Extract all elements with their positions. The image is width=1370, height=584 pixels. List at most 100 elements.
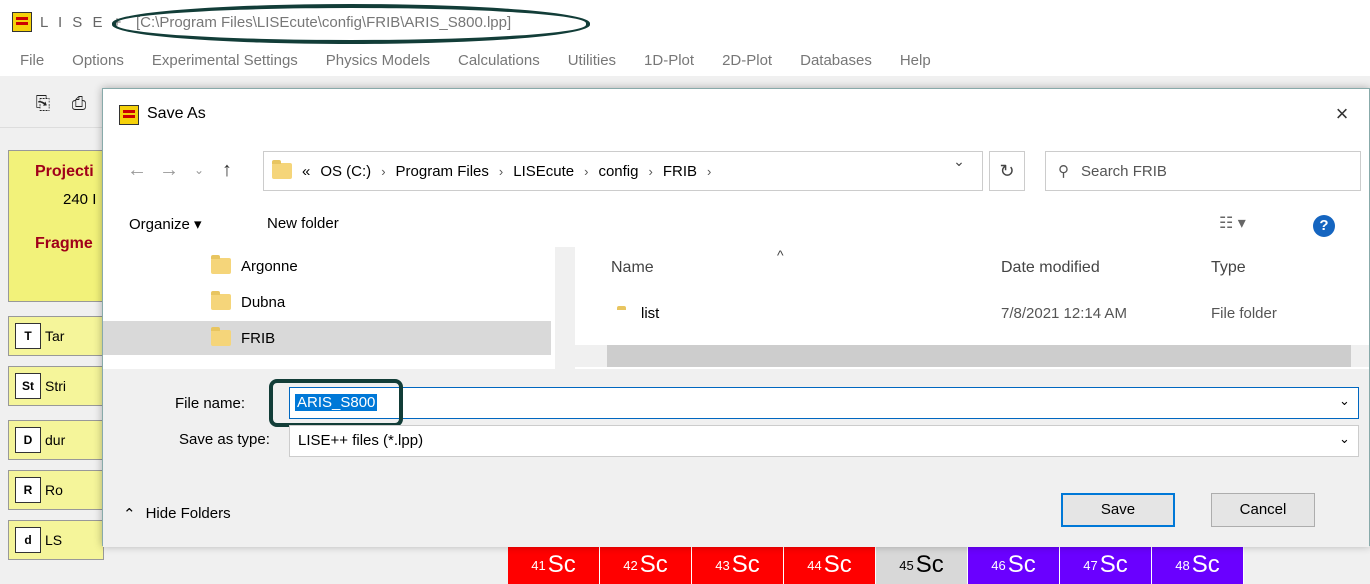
breadcrumb-separator-icon[interactable]: › — [381, 164, 385, 179]
search-box[interactable]: ⚲ Search FRIB — [1045, 151, 1361, 191]
degrader-button[interactable]: Ddur — [8, 420, 104, 460]
fragment-label: Fragme — [35, 235, 93, 252]
tree-item-dubna[interactable]: Dubna — [211, 287, 285, 317]
tree-selection — [103, 321, 551, 355]
mass-number: 48 — [1175, 557, 1190, 573]
address-bar[interactable]: « OS (C:) › Program Files › LISEcute › c… — [263, 151, 983, 191]
forward-arrow-icon[interactable]: → — [157, 157, 181, 183]
element-symbol: Sc — [823, 551, 852, 578]
scrollbar-thumb[interactable] — [607, 345, 1351, 367]
menu-bar: File Options Experimental Settings Physi… — [0, 44, 1370, 76]
refresh-icon[interactable]: ↻ — [989, 151, 1025, 191]
breadcrumb-overflow[interactable]: « — [302, 163, 310, 180]
menu-1d-plot[interactable]: 1D-Plot — [644, 52, 694, 69]
menu-experimental-settings[interactable]: Experimental Settings — [152, 52, 298, 69]
hide-folders-button[interactable]: ⌃ Hide Folders — [123, 505, 231, 523]
open-icon[interactable]: ⎘ — [30, 90, 56, 116]
menu-help[interactable]: Help — [900, 52, 931, 69]
tree-item-frib[interactable]: FRIB — [211, 323, 275, 353]
save-as-type-select[interactable]: LISE++ files (*.lpp) — [289, 425, 1359, 457]
element-symbol: Sc — [1191, 551, 1220, 578]
file-row[interactable]: list 7/8/2021 12:14 AM File folder — [611, 301, 1351, 331]
column-name[interactable]: Name — [611, 259, 654, 277]
element-symbol: Sc — [1099, 551, 1128, 578]
nuclide-cell[interactable]: 43 Sc — [692, 546, 784, 584]
menu-options[interactable]: Options — [72, 52, 124, 69]
column-date-modified[interactable]: Date modified — [1001, 259, 1100, 277]
tree-scrollbar[interactable] — [555, 247, 575, 369]
app-titlebar: L I S E + [C:\Program Files\LISEcute\con… — [0, 0, 1370, 44]
folder-icon — [272, 160, 292, 179]
tree-item-label: FRIB — [241, 329, 276, 347]
view-options-icon[interactable]: ☷ ▾ — [1219, 213, 1246, 233]
element-symbol: Sc — [915, 551, 944, 578]
projectile-value: 240 I — [63, 191, 97, 208]
breadcrumb-separator-icon[interactable]: › — [648, 164, 652, 179]
mass-number: 45 — [899, 557, 914, 573]
menu-file[interactable]: File — [20, 52, 44, 69]
up-arrow-icon[interactable]: ↑ — [215, 157, 239, 183]
nuclide-cell[interactable]: 46 Sc — [968, 546, 1060, 584]
lise-app-icon — [12, 12, 32, 32]
menu-physics-models[interactable]: Physics Models — [326, 52, 430, 69]
menu-2d-plot[interactable]: 2D-Plot — [722, 52, 772, 69]
breadcrumb-program-files[interactable]: Program Files — [396, 163, 489, 180]
ls-button[interactable]: d LS — [8, 520, 104, 560]
column-type[interactable]: Type — [1211, 259, 1246, 277]
breadcrumb-lisecute[interactable]: LISEcute — [513, 163, 574, 180]
breadcrumb-separator-icon[interactable]: › — [584, 164, 588, 179]
nuclide-cell[interactable]: 47 Sc — [1060, 546, 1152, 584]
breadcrumb-separator-icon[interactable]: › — [499, 164, 503, 179]
navigation-bar: ← → ⌄ ↑ « OS (C:) › Program Files › LISE… — [103, 139, 1369, 203]
save-icon[interactable]: ⎙ — [66, 90, 92, 116]
new-folder-button[interactable]: New folder — [267, 215, 339, 232]
help-icon[interactable]: ? — [1313, 215, 1335, 237]
nuclide-cell[interactable]: 41 Sc — [508, 546, 600, 584]
search-placeholder: Search FRIB — [1081, 162, 1167, 180]
menu-calculations[interactable]: Calculations — [458, 52, 540, 69]
save-button[interactable]: Save — [1061, 493, 1175, 527]
breadcrumb-os-c[interactable]: OS (C:) — [320, 163, 371, 180]
target-label: Tar — [45, 328, 65, 344]
cancel-button[interactable]: Cancel — [1211, 493, 1315, 527]
tree-item-label: Argonne — [241, 257, 298, 275]
address-dropdown-icon[interactable]: ⌄ — [949, 153, 969, 173]
folder-icon — [211, 255, 231, 274]
breadcrumb-frib[interactable]: FRIB — [663, 163, 697, 180]
file-name-dropdown-icon[interactable]: ⌄ — [1339, 393, 1350, 409]
file-name: list — [641, 305, 660, 322]
stripper-button[interactable]: St Stri — [8, 366, 104, 406]
mass-number: 41 — [531, 557, 546, 573]
breadcrumb-separator-icon[interactable]: › — [707, 164, 711, 179]
ls-icon: d — [15, 527, 41, 553]
back-arrow-icon[interactable]: ← — [125, 157, 149, 183]
organize-button[interactable]: Organize ▾ — [129, 215, 202, 233]
tree-item-label: Dubna — [241, 293, 286, 311]
nuclide-cell[interactable]: 44 Sc — [784, 546, 876, 584]
file-date: 7/8/2021 12:14 AM — [1001, 305, 1127, 322]
ls-label: LS — [45, 532, 63, 548]
dialog-app-icon — [119, 105, 139, 125]
menu-utilities[interactable]: Utilities — [568, 52, 616, 69]
save-type-dropdown-icon[interactable]: ⌄ — [1339, 431, 1350, 447]
target-button[interactable]: T Tar — [8, 316, 104, 356]
element-symbol: Sc — [731, 551, 760, 578]
element-symbol: Sc — [1007, 551, 1036, 578]
nuclide-cell[interactable]: 45 Sc — [876, 546, 968, 584]
folder-icon — [211, 291, 231, 310]
dialog-title: Save As — [147, 105, 206, 122]
element-symbol: Sc — [639, 551, 668, 578]
breadcrumb-config[interactable]: config — [598, 163, 638, 180]
degrader-label: dur — [45, 432, 66, 448]
file-name-input[interactable] — [289, 387, 1359, 419]
menu-databases[interactable]: Databases — [800, 52, 872, 69]
close-icon[interactable]: × — [1327, 99, 1357, 129]
nuclide-cell[interactable]: 42 Sc — [600, 546, 692, 584]
mass-number: 42 — [623, 557, 638, 573]
tree-item-argonne[interactable]: Argonne — [211, 251, 298, 281]
nuclide-cell[interactable]: 48 Sc — [1152, 546, 1244, 584]
mass-number: 46 — [991, 557, 1006, 573]
rotation-button[interactable]: R Ro — [8, 470, 104, 510]
mass-number: 44 — [807, 557, 822, 573]
recent-chevron-icon[interactable]: ⌄ — [187, 157, 211, 183]
